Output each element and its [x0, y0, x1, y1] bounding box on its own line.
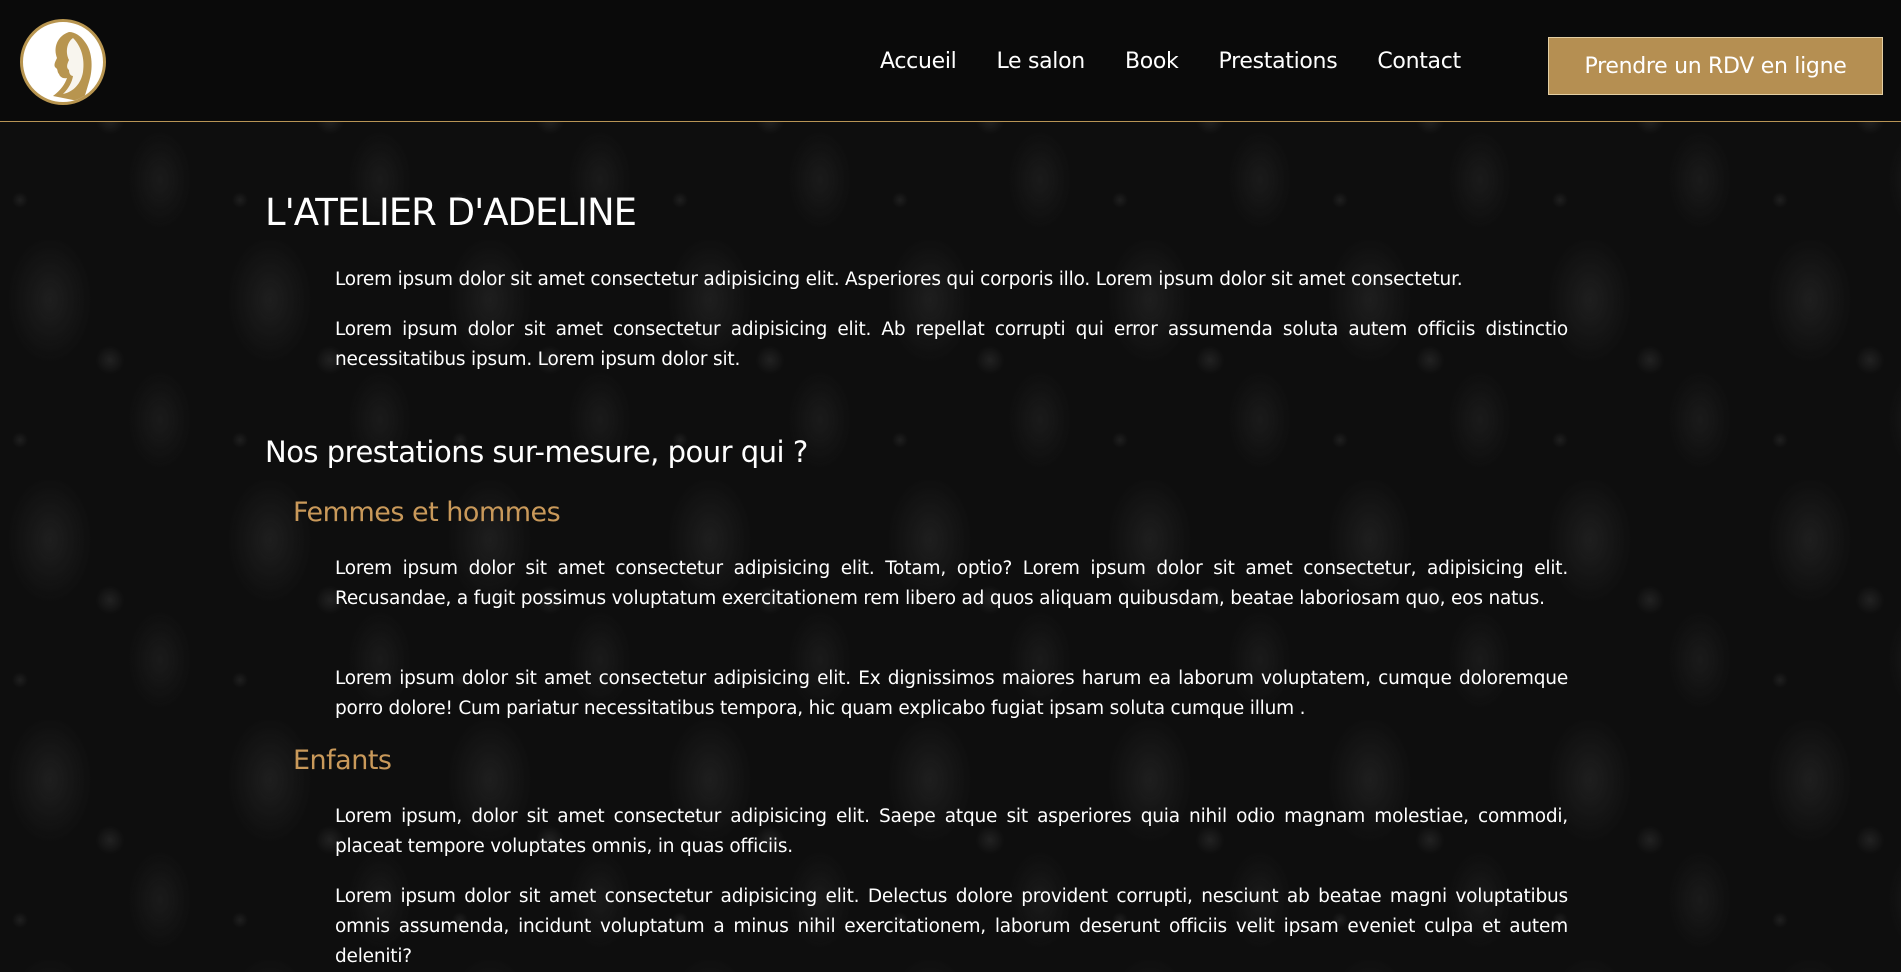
enfants-paragraph-2: Lorem ipsum dolor sit amet consectetur a… — [335, 886, 1568, 967]
book-appointment-button[interactable]: Prendre un RDV en ligne — [1548, 37, 1883, 95]
site-header: Accueil Le salon Book Prestations Contac… — [0, 0, 1901, 122]
woman-profile-icon — [53, 32, 92, 102]
main-nav: Accueil Le salon Book Prestations Contac… — [880, 51, 1461, 73]
femmes-hommes-paragraph-1: Lorem ipsum dolor sit amet consectetur a… — [335, 558, 1568, 609]
femmes-hommes-paragraph-2: Lorem ipsum dolor sit amet consectetur a… — [335, 668, 1568, 719]
enfants-paragraph-1: Lorem ipsum, dolor sit amet consectetur … — [335, 806, 1568, 857]
nav-contact[interactable]: Contact — [1377, 51, 1461, 73]
nav-accueil[interactable]: Accueil — [880, 51, 957, 73]
intro-paragraph-1: Lorem ipsum dolor sit amet consectetur a… — [335, 269, 1463, 290]
logo[interactable] — [20, 19, 106, 105]
page-title: L'ATELIER D'ADELINE — [265, 191, 637, 234]
intro-paragraph-2: Lorem ipsum dolor sit amet consectetur a… — [335, 319, 1568, 370]
nav-le-salon[interactable]: Le salon — [996, 51, 1085, 73]
section-title: Nos prestations sur-mesure, pour qui ? — [265, 435, 808, 469]
nav-book[interactable]: Book — [1125, 51, 1179, 73]
group-title-femmes-hommes: Femmes et hommes — [293, 497, 561, 528]
group-title-enfants: Enfants — [293, 745, 392, 776]
nav-prestations[interactable]: Prestations — [1219, 51, 1338, 73]
